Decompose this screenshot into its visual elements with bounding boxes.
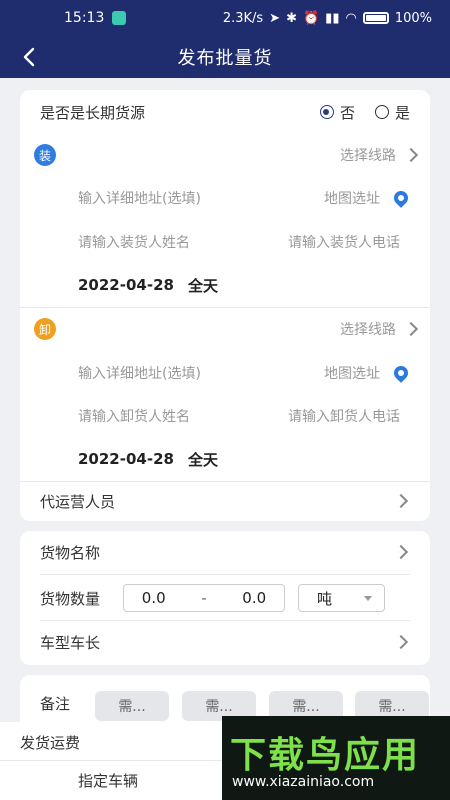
alarm-icon: ⏰: [302, 10, 320, 26]
unload-badge: 卸: [34, 318, 56, 340]
load-date-row[interactable]: 2022-04-28 全天: [20, 273, 430, 297]
chevron-left-icon: [23, 47, 35, 67]
radio-no[interactable]: [319, 105, 334, 119]
unload-address-input[interactable]: 输入详细地址(选填): [78, 363, 201, 383]
unload-name-input[interactable]: 请输入卸货人姓名: [78, 406, 190, 426]
load-date: 2022-04-28: [78, 276, 174, 294]
load-address-input[interactable]: 输入详细地址(选填): [78, 188, 201, 208]
bluetooth-icon: ✱: [286, 10, 297, 26]
unit-value: 吨: [317, 589, 333, 608]
bottom-panel: 发货运费 指定车辆: [0, 722, 222, 800]
radio-yes[interactable]: [374, 105, 389, 119]
load-map-select[interactable]: 地图选址: [324, 188, 411, 208]
long-term-row: 是否是长期货源 否 是: [20, 100, 430, 124]
unload-time: 全天: [187, 450, 218, 469]
qty-separator: -: [201, 589, 207, 607]
chevron-right-icon: [393, 544, 409, 560]
unload-select-route[interactable]: 选择线路: [340, 319, 419, 339]
unload-date: 2022-04-28: [78, 450, 174, 468]
load-phone-input[interactable]: 请输入装货人电话: [288, 232, 400, 252]
unload-date-row[interactable]: 2022-04-28 全天: [20, 447, 430, 471]
map-pin-icon: [391, 363, 411, 383]
divider: [40, 620, 410, 621]
goods-name-label: 货物名称: [40, 543, 101, 562]
unit-select[interactable]: 吨: [298, 584, 385, 612]
nav-bar: 发布批量货: [0, 36, 450, 78]
unload-map-select[interactable]: 地图选址: [324, 363, 411, 383]
freight-label[interactable]: 发货运费: [20, 732, 80, 753]
unload-map-select-label: 地图选址: [324, 366, 380, 382]
qty-max-value[interactable]: 0.0: [242, 589, 266, 607]
load-address-row: 输入详细地址(选填) 地图选址: [20, 186, 430, 210]
divider: [40, 574, 410, 575]
vehicle-type-label: 车型车长: [40, 633, 101, 652]
load-route-row[interactable]: 装 选择线路: [20, 143, 430, 167]
remarks-label: 备注: [40, 695, 71, 713]
load-map-select-label: 地图选址: [324, 191, 380, 207]
long-term-label: 是否是长期货源: [40, 103, 146, 122]
assign-vehicle-button[interactable]: 指定车辆: [78, 770, 138, 791]
divider: [20, 307, 430, 308]
unload-phone-input[interactable]: 请输入卸货人电话: [288, 406, 400, 426]
remark-chip[interactable]: 需...: [95, 691, 169, 721]
goods-card: 货物名称 货物数量 0.0 - 0.0 吨 车型车长: [20, 531, 430, 665]
load-badge: 装: [34, 144, 56, 166]
goods-qty-label: 货物数量: [40, 589, 101, 608]
back-button[interactable]: [14, 42, 44, 72]
operator-label: 代运营人员: [40, 492, 116, 511]
watermark-logo: 下载鸟应用 www.xiazainiao.com: [222, 716, 450, 800]
chevron-right-icon: [403, 147, 419, 163]
qty-min-value[interactable]: 0.0: [142, 589, 166, 607]
status-bar: 15:13 2.3K/s ➤ ✱ ⏰ ▮▮ ◠ 100%: [0, 0, 450, 36]
divider: [0, 760, 222, 761]
page-title: 发布批量货: [177, 48, 273, 69]
map-pin-icon: [391, 188, 411, 208]
unload-address-row: 输入详细地址(选填) 地图选址: [20, 361, 430, 385]
wifi-icon: ◠: [345, 10, 357, 26]
unload-contact-row: 请输入卸货人姓名 请输入卸货人电话: [20, 404, 430, 428]
divider: [20, 481, 430, 482]
load-select-route[interactable]: 选择线路: [340, 145, 419, 165]
dropdown-arrow-icon: [364, 595, 372, 601]
watermark-url: www.xiazainiao.com: [232, 774, 375, 790]
vehicle-type-row[interactable]: 车型车长: [20, 629, 430, 655]
app-notification-icon: [112, 11, 127, 25]
radio-no-label[interactable]: 否: [340, 102, 355, 123]
qty-range-input[interactable]: 0.0 - 0.0: [123, 584, 285, 612]
route-card: 是否是长期货源 否 是 装 选择线路 输入详细地址(选填) 地图选址 请输入装货…: [20, 90, 430, 521]
load-contact-row: 请输入装货人姓名 请输入装货人电话: [20, 230, 430, 254]
unload-route-row[interactable]: 卸 选择线路: [20, 317, 430, 341]
long-term-options: 否 是: [319, 102, 410, 123]
battery-level: 100%: [394, 10, 432, 26]
signal-icon: ▮▮: [325, 10, 340, 26]
network-speed: 2.3K/s: [222, 10, 264, 26]
operator-row[interactable]: 代运营人员: [20, 488, 430, 514]
load-time: 全天: [187, 276, 218, 295]
chevron-right-icon: [403, 321, 419, 337]
location-icon: ➤: [269, 10, 281, 26]
load-name-input[interactable]: 请输入装货人姓名: [78, 232, 190, 252]
watermark-title: 下载鸟应用: [230, 735, 421, 776]
status-time: 15:13: [64, 10, 105, 26]
goods-name-row[interactable]: 货物名称: [20, 539, 430, 565]
battery-icon: [362, 12, 389, 24]
chevron-right-icon: [393, 634, 409, 650]
chevron-right-icon: [393, 493, 409, 509]
unload-select-route-label: 选择线路: [340, 322, 396, 338]
radio-yes-label[interactable]: 是: [395, 102, 410, 123]
load-select-route-label: 选择线路: [340, 148, 396, 164]
